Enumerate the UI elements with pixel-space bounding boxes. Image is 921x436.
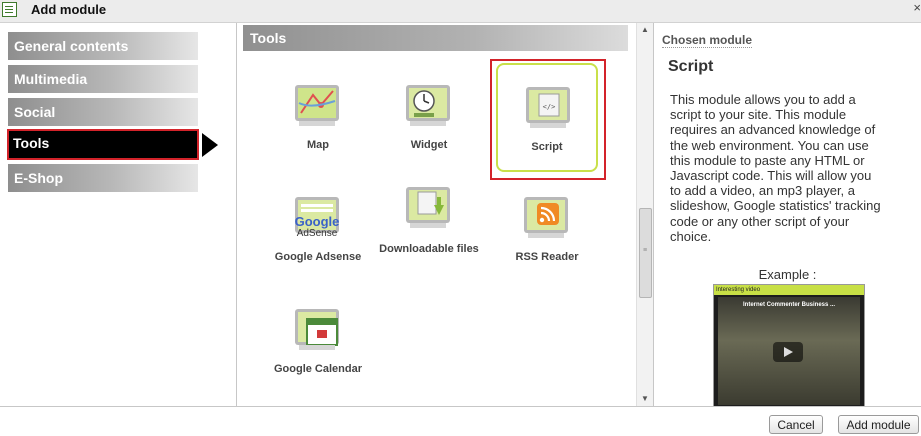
rss-icon: [522, 195, 570, 241]
module-label: Google Calendar: [273, 363, 363, 375]
video-header: Interesting video: [714, 285, 864, 295]
dialog-body: General contents Multimedia Social Tools…: [0, 23, 921, 408]
module-label: Map: [307, 139, 329, 151]
clock-widget-icon: [404, 83, 452, 129]
download-icon: [404, 185, 452, 231]
video-title: Internet Commenter Business ...: [742, 302, 836, 308]
play-icon[interactable]: [773, 342, 803, 362]
scroll-up-icon[interactable]: ▲: [637, 23, 653, 37]
module-label: Script: [531, 141, 563, 153]
dialog-footer: Cancel Add module: [0, 406, 921, 436]
module-label: RSS Reader: [515, 251, 579, 263]
sidebar-item-tools[interactable]: Tools: [7, 129, 199, 160]
module-tile-downloadable-files[interactable]: Downloadable files: [374, 163, 484, 273]
module-tile-map[interactable]: Map: [263, 61, 373, 171]
dialog-titlebar: Add module ×: [0, 0, 921, 23]
video-frame: Internet Commenter Business ...: [718, 297, 860, 405]
module-tile-rss-reader[interactable]: RSS Reader: [492, 173, 602, 283]
dialog-title: Add module: [31, 2, 107, 17]
tools-section-header: Tools: [243, 25, 628, 51]
module-label: Downloadable files: [379, 243, 479, 255]
example-label: Example :: [758, 267, 817, 282]
sidebar-item-e-shop[interactable]: E-Shop: [8, 164, 198, 192]
add-module-button[interactable]: Add module: [838, 415, 919, 434]
module-tile-script[interactable]: </> Script: [496, 63, 598, 172]
calendar-icon: [293, 307, 341, 353]
chosen-module-label: Chosen module: [662, 33, 753, 48]
module-list-icon: [2, 2, 17, 17]
adsense-text: AdSense: [296, 228, 338, 239]
sidebar-item-general-contents[interactable]: General contents: [8, 32, 198, 60]
cancel-button[interactable]: Cancel: [769, 415, 823, 434]
example-video-preview[interactable]: Interesting video Internet Commenter Bus…: [713, 284, 865, 408]
script-icon: </>: [524, 85, 572, 131]
scroll-down-icon[interactable]: ▼: [637, 392, 653, 406]
close-icon[interactable]: ×: [913, 0, 921, 15]
module-label: Google Adsense: [274, 251, 362, 263]
module-tile-widget[interactable]: Widget: [374, 61, 484, 171]
module-details-panel: Chosen module Script This module allows …: [654, 23, 921, 408]
google-adsense-icon: Google AdSense: [293, 195, 341, 241]
svg-text:</>: </>: [543, 103, 556, 111]
category-sidebar: General contents Multimedia Social Tools…: [0, 23, 237, 406]
map-icon: [293, 83, 341, 129]
module-description: This module allows you to add a script t…: [670, 92, 881, 244]
modules-panel: Tools Map Widget </> Script Google AdSen…: [237, 23, 654, 406]
sidebar-item-social[interactable]: Social: [8, 98, 198, 126]
adsense-google-text: Google: [294, 214, 340, 229]
module-label: Widget: [410, 139, 448, 151]
active-arrow-icon: [202, 133, 218, 157]
chosen-module-name: Script: [668, 58, 714, 75]
module-tile-google-adsense[interactable]: Google AdSense Google Adsense: [263, 173, 373, 283]
sidebar-item-multimedia[interactable]: Multimedia: [8, 65, 198, 93]
modules-scrollbar[interactable]: ▲ ≡ ▼: [636, 23, 653, 406]
module-tile-google-calendar[interactable]: Google Calendar: [263, 285, 373, 395]
scroll-thumb[interactable]: ≡: [639, 208, 652, 298]
